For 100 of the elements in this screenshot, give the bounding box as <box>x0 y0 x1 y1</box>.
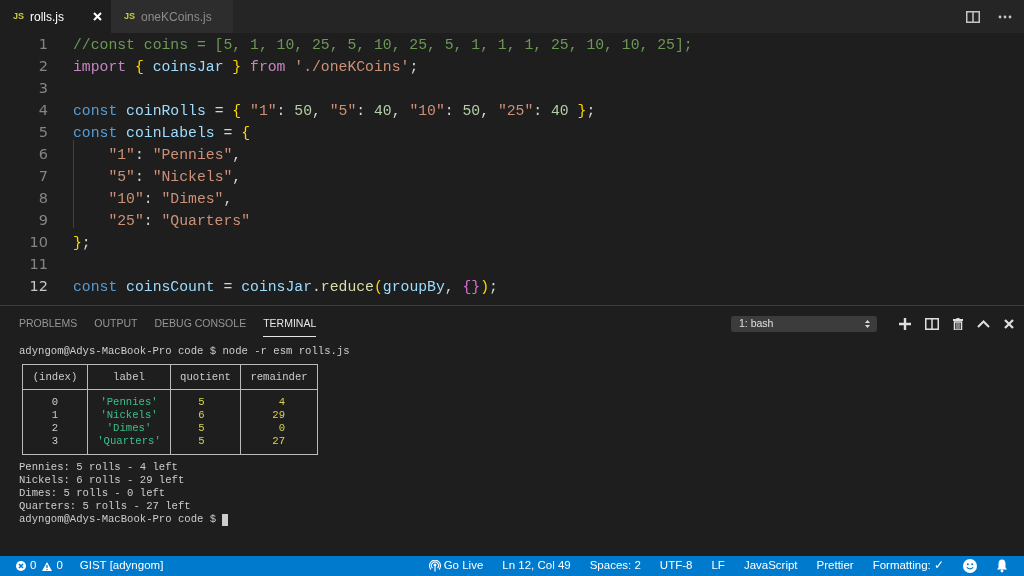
table-cell-text: 0 <box>277 422 286 435</box>
line-number: 1 <box>37 35 48 55</box>
panel-tab[interactable]: TERMINAL <box>263 311 317 337</box>
editor-tab[interactable]: JS rolls.js <box>0 0 111 33</box>
code-token: "Pennies" <box>152 145 233 165</box>
table-cell-text: 5 <box>197 435 206 448</box>
code-token: : <box>356 101 367 121</box>
table-cell-text: 29 <box>271 409 286 422</box>
code-token: = <box>222 123 234 143</box>
terminal-prompt: adyngom@Adys-MacBook-Pro code $ <box>19 513 217 526</box>
code-token: coinsJar <box>152 57 225 77</box>
status-item[interactable]: JavaScript <box>743 557 798 575</box>
table-cell-text: 6 <box>197 409 206 422</box>
error-count[interactable]: 0 <box>30 557 37 575</box>
code-token: coinLabels <box>126 123 215 143</box>
status-item[interactable]: UTF-8 <box>659 557 693 575</box>
warning-icon[interactable] <box>42 561 53 571</box>
code-token: } <box>73 233 82 253</box>
line-number: 4 <box>37 101 48 121</box>
terminal-line: Quarters: 5 rolls - 27 left <box>19 500 191 513</box>
more-icon[interactable] <box>998 14 1012 19</box>
code-token: ( <box>373 277 383 297</box>
column-header: quotient <box>170 365 240 389</box>
code-token: : <box>143 211 154 231</box>
code-token: "Quarters" <box>161 211 251 231</box>
code-token: import <box>73 57 128 77</box>
code-token: coinsCount <box>126 277 215 297</box>
code-token: 50 <box>462 101 481 121</box>
table-cell-text: 2 <box>50 422 60 435</box>
code-token: , <box>391 101 402 121</box>
code-token: : <box>276 101 287 121</box>
code-token: { <box>241 123 251 143</box>
table-cell-text: 5 <box>197 422 206 435</box>
status-item[interactable]: Prettier <box>816 557 854 575</box>
panel-tab[interactable]: OUTPUT <box>94 311 138 337</box>
tab-label: rolls.js <box>30 8 66 26</box>
split-terminal-icon[interactable] <box>925 318 939 330</box>
line-number: 12 <box>28 277 48 297</box>
code-token: ; <box>489 277 498 297</box>
panel-tab[interactable]: PROBLEMS <box>19 311 78 337</box>
line-number: 6 <box>37 145 48 165</box>
trash-icon[interactable] <box>953 318 963 330</box>
code-token: "1" <box>250 101 277 121</box>
terminal-dropdown[interactable]: 1: bash <box>731 316 877 332</box>
line-number: 11 <box>28 255 48 275</box>
line-number: 9 <box>37 211 48 231</box>
error-icon[interactable] <box>16 561 26 571</box>
bell-icon[interactable] <box>996 559 1008 573</box>
code-token: from <box>250 57 287 77</box>
code-token: "10" <box>409 101 445 121</box>
code-token: } <box>577 101 587 121</box>
code-token: "25" <box>107 211 144 231</box>
smiley-icon[interactable] <box>963 559 977 573</box>
table-cell-text: 0 <box>50 396 60 409</box>
code-token: ; <box>586 101 596 121</box>
code-token: const <box>73 123 119 143</box>
table-cell-text: 'Pennies' <box>99 396 159 409</box>
code-token: 40 <box>374 101 392 121</box>
line-number: 7 <box>37 167 48 187</box>
code-token: groupBy <box>382 277 445 297</box>
warning-count[interactable]: 0 <box>56 557 63 575</box>
broadcast-icon <box>428 560 441 572</box>
plus-icon[interactable] <box>899 318 911 330</box>
terminal-cursor <box>222 513 229 526</box>
js-label: JS <box>13 9 24 23</box>
chevron-up-icon[interactable] <box>977 320 990 328</box>
line-number: 10 <box>28 233 48 253</box>
status-item[interactable]: Ln 12, Col 49 <box>502 557 571 575</box>
status-item[interactable]: Spaces: 2 <box>589 557 641 575</box>
status-item[interactable]: GIST [adyngom] <box>79 557 164 575</box>
code-token: { <box>134 57 145 77</box>
editor-tab[interactable]: JS oneKCoins.js <box>111 0 233 33</box>
updown-icon <box>864 319 871 329</box>
code-token: const <box>73 277 119 297</box>
table-cell-text: 3 <box>50 435 60 448</box>
code-token: "25" <box>497 101 534 121</box>
status-item[interactable]: Formatting: ✓ <box>872 557 944 575</box>
code-token: , <box>232 167 242 187</box>
js-label: JS <box>124 9 135 23</box>
close-icon[interactable] <box>1004 319 1014 329</box>
code-token: 40 <box>551 101 570 121</box>
code-token: "5" <box>107 167 135 187</box>
code-token: , <box>444 277 455 297</box>
code-token: "10" <box>107 189 144 209</box>
terminal-line: Nickels: 6 rolls - 29 left <box>19 474 185 487</box>
code-token: { <box>232 101 243 121</box>
code-comment: //const coins = [5, 1, 10, 25, 5, 10, 25, 5, 1, 1, 1, 25, 10, 10, 25]; <box>73 35 693 55</box>
terminal-line: adyngom@Adys-MacBook-Pro code $ node -r esm rolls.js <box>19 345 350 358</box>
code-token: "Nickels" <box>152 167 233 187</box>
code-token: , <box>312 101 322 121</box>
status-item[interactable]: LF <box>711 557 725 575</box>
code-token: , <box>232 145 242 165</box>
code-token: . <box>312 277 321 297</box>
panel-tab[interactable]: DEBUG CONSOLE <box>154 311 247 337</box>
terminal-line: Pennies: 5 rolls - 4 left <box>19 461 178 474</box>
split-editor-icon[interactable] <box>966 10 980 23</box>
table-cell-text: 'Nickels' <box>99 409 159 422</box>
code-token: "Dimes" <box>161 189 224 209</box>
code-token: : <box>134 145 145 165</box>
go-live-button[interactable]: Go Live <box>428 557 484 575</box>
